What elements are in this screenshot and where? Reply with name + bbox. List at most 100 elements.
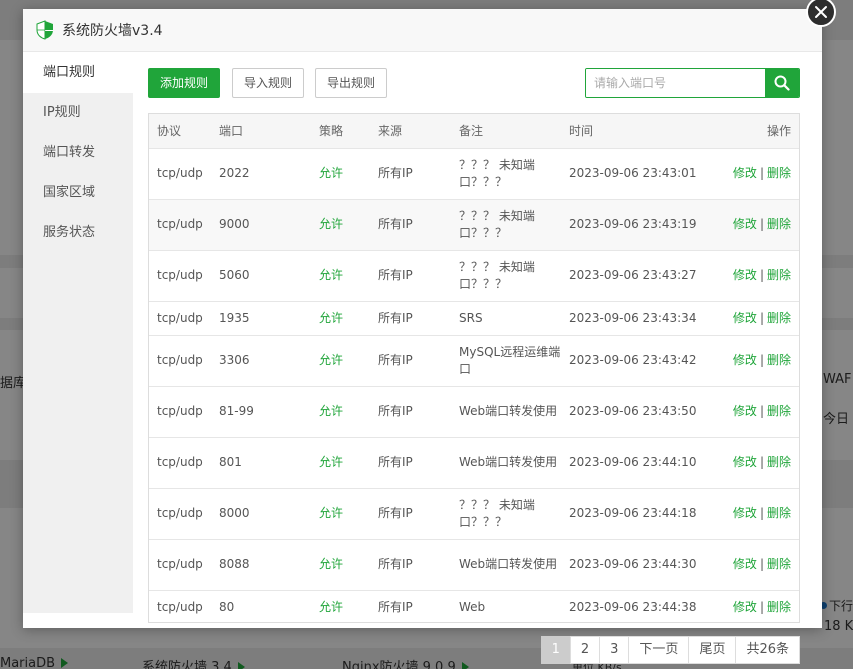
cell-policy: 允许	[311, 539, 370, 591]
last-page-button[interactable]: 尾页	[688, 636, 737, 664]
table-row: tcp/udp 3306 允许 所有IP MySQL远程运维端口 2023-09-06 2…	[149, 335, 799, 387]
edit-link[interactable]: 修改	[733, 557, 757, 571]
cell-source: 所有IP	[370, 488, 451, 540]
table-body: tcp/udp 2022 允许 所有IP？？？ 未知端口？？？ 2023-09-06 2…	[149, 148, 799, 622]
delete-link[interactable]: 删除	[767, 311, 791, 325]
firewall-dialog: 系统防火墙v3.4 端口规则 IP规则 端口转发 国家区域 服务状态 添加规则 …	[23, 9, 822, 664]
delete-link[interactable]: 删除	[767, 404, 791, 418]
sidebar-item-country-region[interactable]: 国家区域	[23, 173, 133, 213]
delete-link[interactable]: 删除	[767, 506, 791, 520]
cell-source: 所有IP	[370, 148, 451, 200]
cell-protocol: tcp/udp	[149, 250, 211, 302]
action-separator: |	[759, 404, 764, 418]
edit-link[interactable]: 修改	[733, 166, 757, 180]
delete-link[interactable]: 删除	[767, 600, 791, 614]
cell-actions: 修改 | 删除	[711, 335, 799, 387]
import-rule-button[interactable]: 导入规则	[232, 68, 305, 98]
cell-time: 2023-09-06 23:44:38	[561, 590, 711, 622]
cell-time: 2023-09-06 23:44:18	[561, 488, 711, 540]
cell-policy: 允许	[311, 386, 370, 438]
cell-policy: 允许	[311, 250, 370, 302]
edit-link[interactable]: 修改	[733, 506, 757, 520]
sidebar-item-ip-rules[interactable]: IP规则	[23, 93, 133, 133]
cell-protocol: tcp/udp	[149, 590, 211, 622]
cell-time: 2023-09-06 23:43:27	[561, 250, 711, 302]
add-rule-button[interactable]: 添加规则	[148, 68, 221, 98]
cell-time: 2023-09-06 23:43:01	[561, 148, 711, 200]
cell-protocol: tcp/udp	[149, 148, 211, 200]
cell-time: 2023-09-06 23:43:34	[561, 301, 711, 336]
dialog-title: 系统防火墙v3.4	[62, 23, 163, 39]
table-header-row: 协议 端口 策略 来源 备注 时间 操作	[149, 114, 799, 149]
cell-protocol: tcp/udp	[149, 335, 211, 387]
table-row: tcp/udp 801 允许 所有IP Web端口转发使用 2023-09-06 23:4…	[149, 437, 799, 489]
cell-policy: 允许	[311, 148, 370, 200]
export-rule-button[interactable]: 导出规则	[315, 68, 388, 98]
delete-link[interactable]: 删除	[767, 217, 791, 231]
rules-table-wrap: 协议 端口 策略 来源 备注 时间 操作 tcp/udp 2022 允许 所有IP？？…	[148, 113, 800, 623]
cell-policy: 允许	[311, 301, 370, 336]
sidebar-item-port-rules[interactable]: 端口规则	[23, 53, 133, 93]
cell-policy: 允许	[311, 590, 370, 622]
edit-link[interactable]: 修改	[733, 600, 757, 614]
cell-actions: 修改 | 删除	[711, 250, 799, 302]
cell-port: 8088	[211, 539, 311, 591]
delete-link[interactable]: 删除	[767, 268, 791, 282]
cell-port: 8000	[211, 488, 311, 540]
cell-source: 所有IP	[370, 335, 451, 387]
action-separator: |	[759, 310, 764, 325]
action-separator: |	[759, 557, 764, 571]
cell-protocol: tcp/udp	[149, 386, 211, 438]
close-icon	[815, 6, 827, 18]
cell-actions: 修改 | 删除	[711, 199, 799, 251]
edit-link[interactable]: 修改	[733, 217, 757, 231]
page-3-button[interactable]: 3	[599, 636, 630, 664]
col-policy: 策略	[311, 114, 370, 149]
col-protocol: 协议	[149, 114, 211, 149]
next-page-button[interactable]: 下一页	[628, 636, 690, 664]
table-row: tcp/udp 8088 允许 所有IP Web端口转发使用 2023-09-06 23:…	[149, 539, 799, 591]
page-2-button[interactable]: 2	[569, 636, 601, 664]
edit-link[interactable]: 修改	[733, 353, 757, 367]
page-1-button[interactable]: 1	[540, 636, 571, 664]
sidebar-item-service-status[interactable]: 服务状态	[23, 213, 133, 253]
table-row: tcp/udp 9000 允许 所有IP？？？ 未知端口？？？ 2023-09-06 2…	[149, 199, 799, 251]
cell-note: Web	[451, 590, 561, 622]
action-separator: |	[759, 455, 764, 469]
port-search-input[interactable]	[586, 69, 765, 97]
cell-protocol: tcp/udp	[149, 199, 211, 251]
cell-actions: 修改 | 删除	[711, 386, 799, 438]
cell-time: 2023-09-06 23:44:10	[561, 437, 711, 489]
table-row: tcp/udp 8000 允许 所有IP？？？ 未知端口？？？ 2023-09-06 2…	[149, 488, 799, 540]
delete-link[interactable]: 删除	[767, 166, 791, 180]
cell-policy: 允许	[311, 335, 370, 387]
cell-actions: 修改 | 删除	[711, 437, 799, 489]
cell-port: 81-99	[211, 386, 311, 438]
col-actions: 操作	[711, 114, 799, 149]
cell-policy: 允许	[311, 437, 370, 489]
search-icon	[774, 75, 790, 91]
table-row: tcp/udp 80 允许 所有IP Web 2023-09-06 23:44:38 修改 |…	[149, 590, 799, 622]
col-port: 端口	[211, 114, 311, 149]
delete-link[interactable]: 删除	[767, 455, 791, 469]
sidebar-item-port-forward[interactable]: 端口转发	[23, 133, 133, 173]
cell-protocol: tcp/udp	[149, 539, 211, 591]
delete-link[interactable]: 删除	[767, 557, 791, 571]
delete-link[interactable]: 删除	[767, 353, 791, 367]
search-button[interactable]	[765, 69, 799, 97]
shield-icon	[36, 20, 53, 40]
cell-actions: 修改 | 删除	[711, 539, 799, 591]
edit-link[interactable]: 修改	[733, 311, 757, 325]
cell-port: 3306	[211, 335, 311, 387]
cell-protocol: tcp/udp	[149, 437, 211, 489]
edit-link[interactable]: 修改	[733, 268, 757, 282]
action-separator: |	[759, 268, 764, 282]
action-separator: |	[759, 506, 764, 520]
cell-policy: 允许	[311, 488, 370, 540]
cell-note: Web端口转发使用	[451, 437, 561, 489]
edit-link[interactable]: 修改	[733, 404, 757, 418]
table-row: tcp/udp 2022 允许 所有IP？？？ 未知端口？？？ 2023-09-06 2…	[149, 148, 799, 200]
cell-protocol: tcp/udp	[149, 301, 211, 336]
action-separator: |	[759, 217, 764, 231]
edit-link[interactable]: 修改	[733, 455, 757, 469]
